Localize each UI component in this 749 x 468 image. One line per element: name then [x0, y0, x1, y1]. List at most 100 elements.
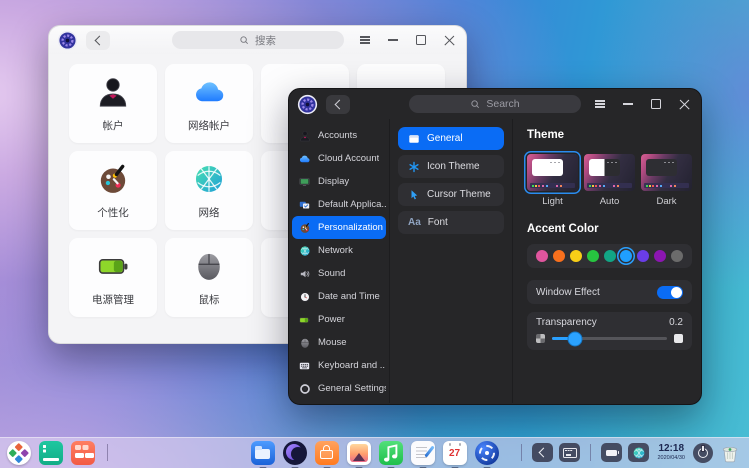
accent-color-heading: Accent Color [527, 223, 692, 235]
card-accounts[interactable]: 帐户 [69, 64, 157, 143]
opaque-end-icon [674, 334, 683, 343]
collapse-tray-icon [539, 448, 549, 458]
menu-icon[interactable] [358, 33, 372, 47]
multitasking-view-icon [71, 441, 95, 465]
sidebar-item-keyboard[interactable]: Keyboard and ... [292, 354, 386, 377]
sidebar-item-sound[interactable]: Sound [292, 262, 386, 285]
search-placeholder: Search [486, 98, 519, 110]
tab-icon-theme[interactable]: Icon Theme [398, 155, 504, 178]
window-controls [593, 97, 691, 111]
cloud-account-icon [191, 75, 227, 109]
theme-options: Light Auto Dark [527, 154, 692, 207]
card-personalization[interactable]: 个性化 [69, 151, 157, 230]
image-viewer-button[interactable] [347, 441, 371, 465]
control-center-icon [475, 441, 499, 465]
date-time-icon [299, 291, 311, 303]
network-icon [192, 162, 226, 196]
calendar-button[interactable]: 27 [443, 441, 467, 465]
music-button[interactable] [379, 441, 403, 465]
sound-icon [299, 268, 311, 280]
maximize-icon[interactable] [649, 97, 663, 111]
control-center-button[interactable] [475, 441, 499, 465]
battery-button[interactable] [601, 443, 622, 462]
accent-dot-teal[interactable] [604, 250, 616, 262]
tab-cursor-theme[interactable]: Cursor Theme [398, 183, 504, 206]
tab-font[interactable]: AaFont [398, 211, 504, 234]
close-icon[interactable] [442, 33, 456, 47]
sidebar-item-date-time[interactable]: Date and Time [292, 285, 386, 308]
theme-option-dark[interactable]: Dark [641, 154, 692, 207]
default-applications-icon [298, 199, 311, 211]
slider-handle[interactable] [568, 331, 583, 346]
minimize-icon[interactable] [621, 97, 635, 111]
clock[interactable]: 12:18 2020/04/30 [657, 444, 685, 461]
sidebar-item-personalization[interactable]: Personalization [292, 216, 386, 239]
text-editor-button[interactable] [411, 441, 435, 465]
maximize-icon[interactable] [414, 33, 428, 47]
theme-option-light[interactable]: Light [527, 154, 578, 207]
transparency-row: Transparency 0.2 [527, 312, 692, 350]
clock-date: 2020/04/30 [657, 456, 685, 462]
theme-preview-light [527, 154, 578, 191]
app-store-button[interactable] [315, 441, 339, 465]
sidebar-item-default-applications[interactable]: Default Applica... [292, 193, 386, 216]
show-desktop-icon [39, 441, 63, 465]
sidebar-item-display[interactable]: Display [292, 170, 386, 193]
toggle-knob [671, 287, 682, 298]
search-input[interactable]: 搜索 [172, 31, 344, 49]
transparency-label: Transparency [536, 317, 597, 328]
personalization-icon [96, 162, 130, 196]
card-cloud-account[interactable]: 网络帐户 [165, 64, 253, 143]
sidebar-item-power[interactable]: Power [292, 308, 386, 331]
multitasking-view-button[interactable] [71, 441, 95, 465]
menu-icon[interactable] [593, 97, 607, 111]
browser-button[interactable] [283, 441, 307, 465]
keyboard-layout-button[interactable] [559, 443, 580, 462]
transparent-end-icon [536, 334, 545, 343]
theme-preview-auto [584, 154, 635, 191]
minimize-icon[interactable] [386, 33, 400, 47]
back-button[interactable] [86, 31, 110, 50]
show-desktop-button[interactable] [39, 441, 63, 465]
network-button[interactable] [628, 443, 649, 462]
theme-preview-dark [641, 154, 692, 191]
accounts-icon [299, 130, 311, 142]
tab-general[interactable]: General [398, 127, 504, 150]
window-effect-row: Window Effect [527, 280, 692, 304]
close-icon[interactable] [677, 97, 691, 111]
clock-time: 12:18 [657, 444, 685, 454]
transparency-slider[interactable] [552, 337, 667, 340]
sidebar-item-cloud-account[interactable]: Cloud Account [292, 147, 386, 170]
dock-separator [590, 444, 591, 461]
music-icon [379, 441, 403, 465]
file-manager-icon [251, 441, 275, 465]
card-power[interactable]: 电源管理 [69, 238, 157, 317]
titlebar: 搜索 [49, 26, 466, 54]
collapse-tray-button[interactable] [532, 443, 553, 462]
card-network[interactable]: 网络 [165, 151, 253, 230]
shutdown-button[interactable] [693, 443, 713, 463]
accent-dot-blue[interactable] [620, 250, 632, 262]
accent-dot-green[interactable] [587, 250, 599, 262]
mouse-icon [192, 249, 226, 283]
trash-button[interactable] [719, 442, 741, 464]
general-settings-icon [299, 383, 311, 395]
theme-option-auto[interactable]: Auto [584, 154, 635, 207]
back-button[interactable] [326, 95, 350, 114]
sidebar-item-mouse[interactable]: Mouse [292, 331, 386, 354]
accent-dot-orange[interactable] [553, 250, 565, 262]
sidebar-item-general-settings[interactable]: General Settings [292, 377, 386, 400]
launcher-button[interactable] [7, 441, 31, 465]
accent-dot-violet[interactable] [637, 250, 649, 262]
accent-dot-yellow[interactable] [570, 250, 582, 262]
launcher-icon [7, 441, 31, 465]
sidebar-item-accounts[interactable]: Accounts [292, 124, 386, 147]
window-effect-toggle[interactable] [657, 286, 683, 299]
card-mouse[interactable]: 鼠标 [165, 238, 253, 317]
accent-dot-purple[interactable] [654, 250, 666, 262]
accent-dot-pink[interactable] [536, 250, 548, 262]
file-manager-button[interactable] [251, 441, 275, 465]
search-input[interactable]: Search [409, 95, 581, 113]
sidebar-item-network[interactable]: Network [292, 239, 386, 262]
accent-dot-gray[interactable] [671, 250, 683, 262]
